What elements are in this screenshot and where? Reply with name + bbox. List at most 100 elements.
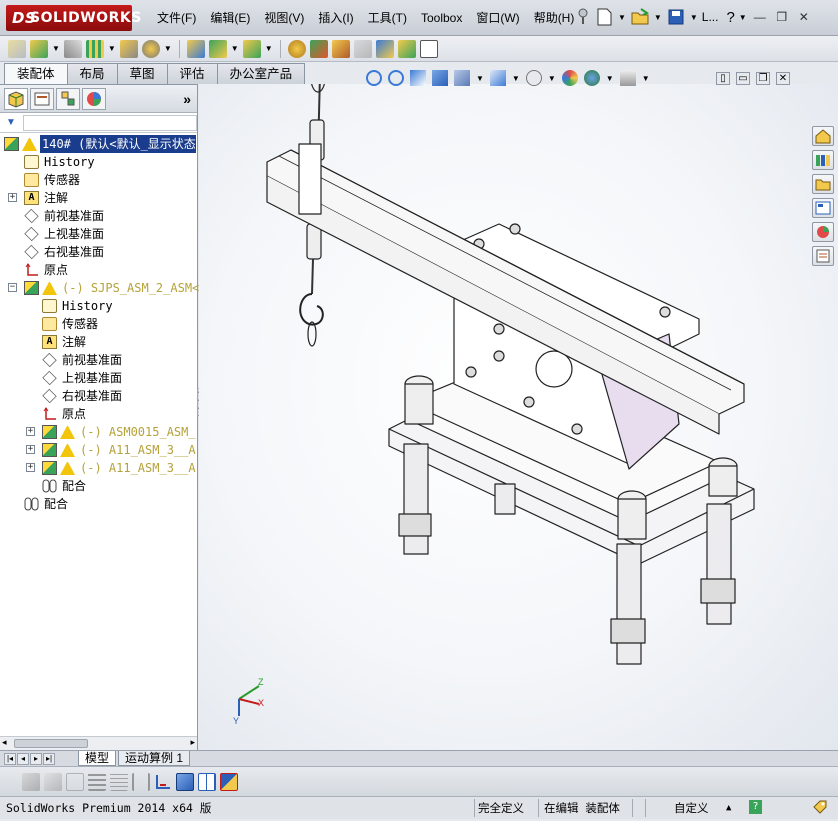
apply-scene-icon[interactable] bbox=[583, 70, 600, 86]
zoom-to-fit-icon[interactable] bbox=[366, 70, 382, 86]
view-selector-icon[interactable] bbox=[220, 772, 238, 791]
rebuild-tag-icon[interactable] bbox=[812, 799, 828, 821]
tree-item-origin[interactable]: 原点 bbox=[0, 405, 197, 423]
open-folder-icon[interactable] bbox=[630, 7, 650, 27]
restore-button[interactable]: ❐ bbox=[773, 9, 791, 25]
clearance-verification-icon[interactable] bbox=[397, 39, 416, 58]
menu-toolbox[interactable]: Toolbox bbox=[414, 9, 469, 27]
tree-item-right-plane[interactable]: 右视基准面 bbox=[0, 243, 197, 261]
tree-item-component[interactable]: + (-) A11_ASM_3__ASM_1<1> bbox=[0, 441, 197, 459]
new-dropdown-arrow[interactable]: ▼ bbox=[618, 13, 626, 22]
view-layout-icon[interactable] bbox=[198, 772, 216, 791]
help-question-icon[interactable]: ? bbox=[726, 9, 734, 26]
explode-line-sketch-icon[interactable] bbox=[353, 39, 372, 58]
display-manager-tab[interactable] bbox=[82, 87, 106, 110]
expand-icon[interactable]: + bbox=[8, 193, 17, 202]
tree-item-subassembly[interactable]: − (-) SJPS_ASM_2_ASM<1> bbox=[0, 279, 214, 297]
zoom-to-area-icon[interactable] bbox=[388, 70, 404, 86]
tab-motion-study[interactable]: 运动算例 1 bbox=[118, 751, 191, 766]
feature-manager-tab[interactable] bbox=[4, 87, 28, 110]
shaded-edges-icon[interactable] bbox=[44, 772, 62, 791]
dropdown-arrow-icon[interactable]: ▼ bbox=[476, 74, 484, 83]
reference-geometry-icon[interactable] bbox=[242, 39, 261, 58]
tree-item-annotations[interactable]: A 注解 bbox=[0, 333, 197, 351]
tab-assembly[interactable]: 装配体 bbox=[4, 63, 68, 84]
minimize-button[interactable]: — bbox=[751, 9, 769, 25]
dropdown-arrow-icon[interactable]: ▼ bbox=[642, 74, 650, 83]
solidworks-logo[interactable]: DS SOLIDWORKS bbox=[6, 5, 141, 31]
file-explorer-icon[interactable] bbox=[812, 174, 834, 194]
tree-item-annotations[interactable]: + A 注解 bbox=[0, 189, 197, 207]
menu-tools[interactable]: 工具(T) bbox=[361, 9, 414, 27]
next-tab-arrow[interactable]: ▸ bbox=[30, 753, 42, 765]
help-status-icon[interactable]: ? bbox=[749, 800, 762, 814]
graphics-area[interactable]: Z X Y bbox=[199, 84, 838, 750]
property-manager-tab[interactable] bbox=[30, 87, 54, 110]
tree-item-component[interactable]: + (-) A11_ASM_3__ASM_1<2> bbox=[0, 459, 197, 477]
isometric-view-icon[interactable] bbox=[176, 772, 194, 791]
tree-item-root-assembly[interactable]: 140# (默认<默认_显示状态-1>) bbox=[0, 135, 197, 153]
hide-show-items-icon[interactable] bbox=[525, 70, 542, 86]
viewport-two-icon[interactable]: ▭ bbox=[736, 72, 750, 85]
dropdown-arrow-icon[interactable]: ▼ bbox=[548, 74, 556, 83]
open-dropdown-arrow[interactable]: ▼ bbox=[654, 13, 662, 22]
smart-fasteners-icon[interactable] bbox=[119, 39, 138, 58]
collapse-icon[interactable]: − bbox=[8, 283, 17, 292]
new-motion-study-icon[interactable] bbox=[287, 39, 306, 58]
tree-item-mates[interactable]: 配合 bbox=[0, 477, 197, 495]
filter-icon[interactable]: ▼ bbox=[6, 117, 23, 128]
tree-horizontal-scrollbar[interactable]: ◂ ▸ bbox=[0, 736, 197, 750]
expand-icon[interactable]: + bbox=[26, 463, 35, 472]
tree-item-top-plane[interactable]: 上视基准面 bbox=[0, 369, 197, 387]
assembly-model-render[interactable] bbox=[199, 84, 838, 750]
tree-item-history[interactable]: History bbox=[0, 297, 197, 315]
save-icon[interactable] bbox=[666, 7, 686, 27]
tree-item-sensors[interactable]: 传感器 bbox=[0, 315, 197, 333]
show-hidden-components-icon[interactable] bbox=[186, 39, 205, 58]
move-component-icon[interactable] bbox=[141, 39, 160, 58]
first-tab-arrow[interactable]: |◂ bbox=[4, 753, 16, 765]
help-dropdown-arrow[interactable]: ▼ bbox=[739, 13, 747, 22]
section-view-icon[interactable] bbox=[432, 70, 448, 86]
shaded-icon[interactable] bbox=[22, 772, 40, 791]
dropdown-arrow-icon[interactable]: ▼ bbox=[606, 74, 614, 83]
new-document-icon[interactable] bbox=[594, 7, 614, 27]
viewport-close-icon[interactable]: ✕ bbox=[776, 72, 790, 85]
tree-item-top-plane[interactable]: 上视基准面 bbox=[0, 225, 197, 243]
menu-help[interactable]: 帮助(H) bbox=[527, 9, 582, 27]
save-dropdown-arrow[interactable]: ▼ bbox=[690, 13, 698, 22]
linear-pattern-icon[interactable] bbox=[85, 39, 104, 58]
tab-model[interactable]: 模型 bbox=[78, 751, 117, 766]
tree-item-front-plane[interactable]: 前视基准面 bbox=[0, 351, 197, 369]
dropdown-arrow-icon[interactable]: ▼ bbox=[512, 74, 520, 83]
menu-view[interactable]: 视图(V) bbox=[257, 9, 311, 27]
expand-icon[interactable]: + bbox=[26, 445, 35, 454]
menu-file[interactable]: 文件(F) bbox=[150, 9, 203, 27]
home-icon[interactable] bbox=[812, 126, 834, 146]
panel-expand-chevron[interactable]: » bbox=[183, 91, 191, 107]
view-settings-icon[interactable] bbox=[619, 70, 636, 86]
tab-evaluate[interactable]: 评估 bbox=[166, 63, 218, 84]
expand-icon[interactable]: + bbox=[26, 427, 35, 436]
tab-layout[interactable]: 布局 bbox=[66, 63, 118, 84]
scrollbar-thumb[interactable] bbox=[14, 739, 88, 748]
interference-detection-icon[interactable] bbox=[375, 39, 394, 58]
mate-icon[interactable] bbox=[63, 39, 82, 58]
view-orientation-icon[interactable] bbox=[454, 70, 470, 86]
exploded-view-icon[interactable] bbox=[331, 39, 350, 58]
prev-tab-arrow[interactable]: ◂ bbox=[17, 753, 29, 765]
configuration-manager-tab[interactable] bbox=[56, 87, 80, 110]
insert-components-icon[interactable] bbox=[8, 39, 26, 58]
dropdown-arrow-icon[interactable]: ▼ bbox=[265, 44, 273, 53]
instant3d-icon[interactable] bbox=[419, 39, 438, 58]
scroll-right-arrow[interactable]: ▸ bbox=[190, 737, 195, 748]
last-tab-arrow[interactable]: ▸| bbox=[43, 753, 55, 765]
tree-item-component[interactable]: + (-) ASM0015_ASM_16_ASM<1> bbox=[0, 423, 197, 441]
tree-item-sensors[interactable]: 传感器 bbox=[0, 171, 197, 189]
new-part-icon[interactable] bbox=[30, 39, 48, 58]
design-library-icon[interactable] bbox=[812, 150, 834, 170]
menu-insert[interactable]: 插入(I) bbox=[311, 9, 360, 27]
bill-of-materials-icon[interactable] bbox=[309, 39, 328, 58]
tree-item-history[interactable]: History bbox=[0, 153, 197, 171]
dropdown-arrow-icon[interactable]: ▼ bbox=[231, 44, 239, 53]
